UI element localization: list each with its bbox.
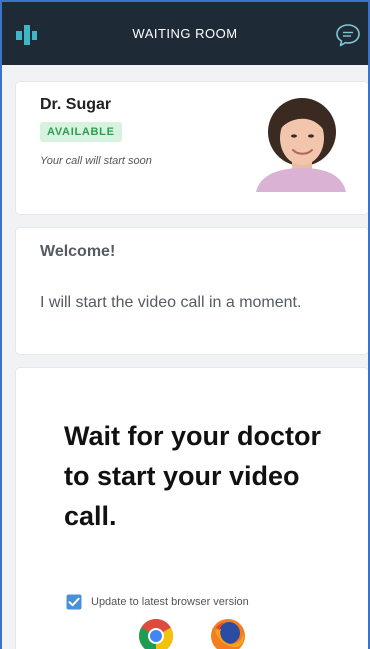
status-badge: AVAILABLE — [40, 122, 122, 142]
doctor-name: Dr. Sugar — [40, 96, 112, 113]
app-logo-icon[interactable] — [16, 24, 38, 46]
update-browser-label: Update to latest browser version — [91, 596, 249, 608]
welcome-title: Welcome! — [40, 243, 116, 260]
page-title: WAITING ROOM — [132, 26, 238, 41]
welcome-card: Welcome! I will start the video call in … — [16, 228, 368, 354]
welcome-message: I will start the video call in a moment. — [40, 294, 302, 311]
doctor-card: Dr. Sugar AVAILABLE Your call will start… — [16, 82, 368, 214]
app-frame: WAITING ROOM Dr. Sugar AVAILABLE Your ca… — [0, 0, 370, 649]
doctor-avatar — [250, 94, 350, 192]
checkbox-checked-icon[interactable] — [66, 594, 82, 610]
update-browser-option[interactable]: Update to latest browser version — [66, 594, 249, 610]
firefox-icon[interactable] — [210, 618, 246, 649]
top-bar: WAITING ROOM — [2, 2, 368, 65]
chrome-icon[interactable] — [138, 618, 174, 649]
chat-bubble-icon[interactable] — [334, 22, 362, 48]
waiting-headline: Wait for your doctor to start your video… — [64, 421, 321, 531]
status-note: Your call will start soon — [40, 155, 152, 167]
waiting-card: Wait for your doctor to start your video… — [16, 368, 368, 649]
